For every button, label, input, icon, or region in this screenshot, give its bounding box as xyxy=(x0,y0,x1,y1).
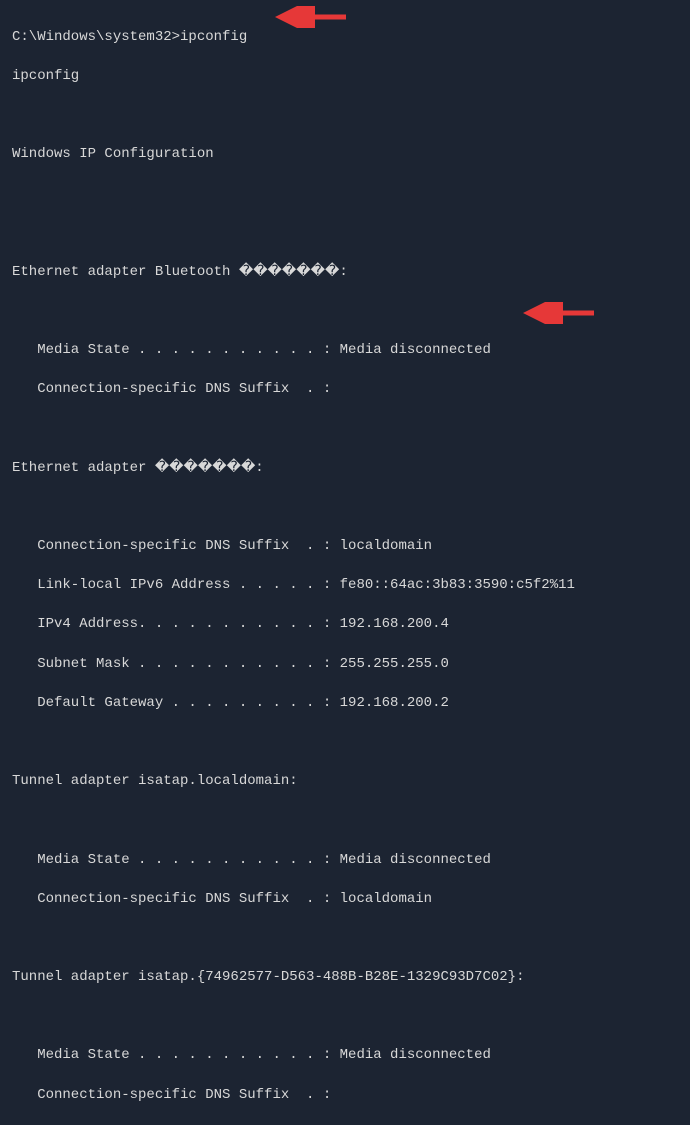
blank-line xyxy=(12,419,678,439)
blank-line xyxy=(12,498,678,518)
adapter-detail: Default Gateway . . . . . . . . . : 192.… xyxy=(12,694,678,714)
blank-line xyxy=(12,302,678,322)
blank-line xyxy=(12,184,678,204)
adapter-title: Tunnel adapter isatap.localdomain: xyxy=(12,772,678,792)
adapter-detail: Media State . . . . . . . . . . . : Medi… xyxy=(12,851,678,871)
command-echo: ipconfig xyxy=(12,67,678,87)
adapter-detail: Connection-specific DNS Suffix . : local… xyxy=(12,890,678,910)
blank-line xyxy=(12,224,678,244)
config-header: Windows IP Configuration xyxy=(12,145,678,165)
adapter-detail: Connection-specific DNS Suffix . : local… xyxy=(12,537,678,557)
blank-line xyxy=(12,106,678,126)
adapter-detail: Connection-specific DNS Suffix . : xyxy=(12,380,678,400)
adapter-detail: Media State . . . . . . . . . . . : Medi… xyxy=(12,341,678,361)
blank-line xyxy=(12,733,678,753)
prompt-line: C:\Windows\system32>ipconfig xyxy=(12,28,678,48)
adapter-title: Tunnel adapter isatap.{74962577-D563-488… xyxy=(12,968,678,988)
adapter-detail: Media State . . . . . . . . . . . : Medi… xyxy=(12,1046,678,1066)
adapter-detail: Connection-specific DNS Suffix . : xyxy=(12,1086,678,1106)
terminal-output[interactable]: C:\Windows\system32>ipconfig ipconfig Wi… xyxy=(12,8,678,1125)
adapter-detail-ipv4: IPv4 Address. . . . . . . . . . . : 192.… xyxy=(12,615,678,635)
adapter-detail: Link-local IPv6 Address . . . . . : fe80… xyxy=(12,576,678,596)
blank-line xyxy=(12,811,678,831)
adapter-title: Ethernet adapter Bluetooth �������: xyxy=(12,263,678,283)
adapter-detail: Subnet Mask . . . . . . . . . . . : 255.… xyxy=(12,655,678,675)
blank-line xyxy=(12,1007,678,1027)
adapter-title: Ethernet adapter �������: xyxy=(12,459,678,479)
blank-line xyxy=(12,929,678,949)
